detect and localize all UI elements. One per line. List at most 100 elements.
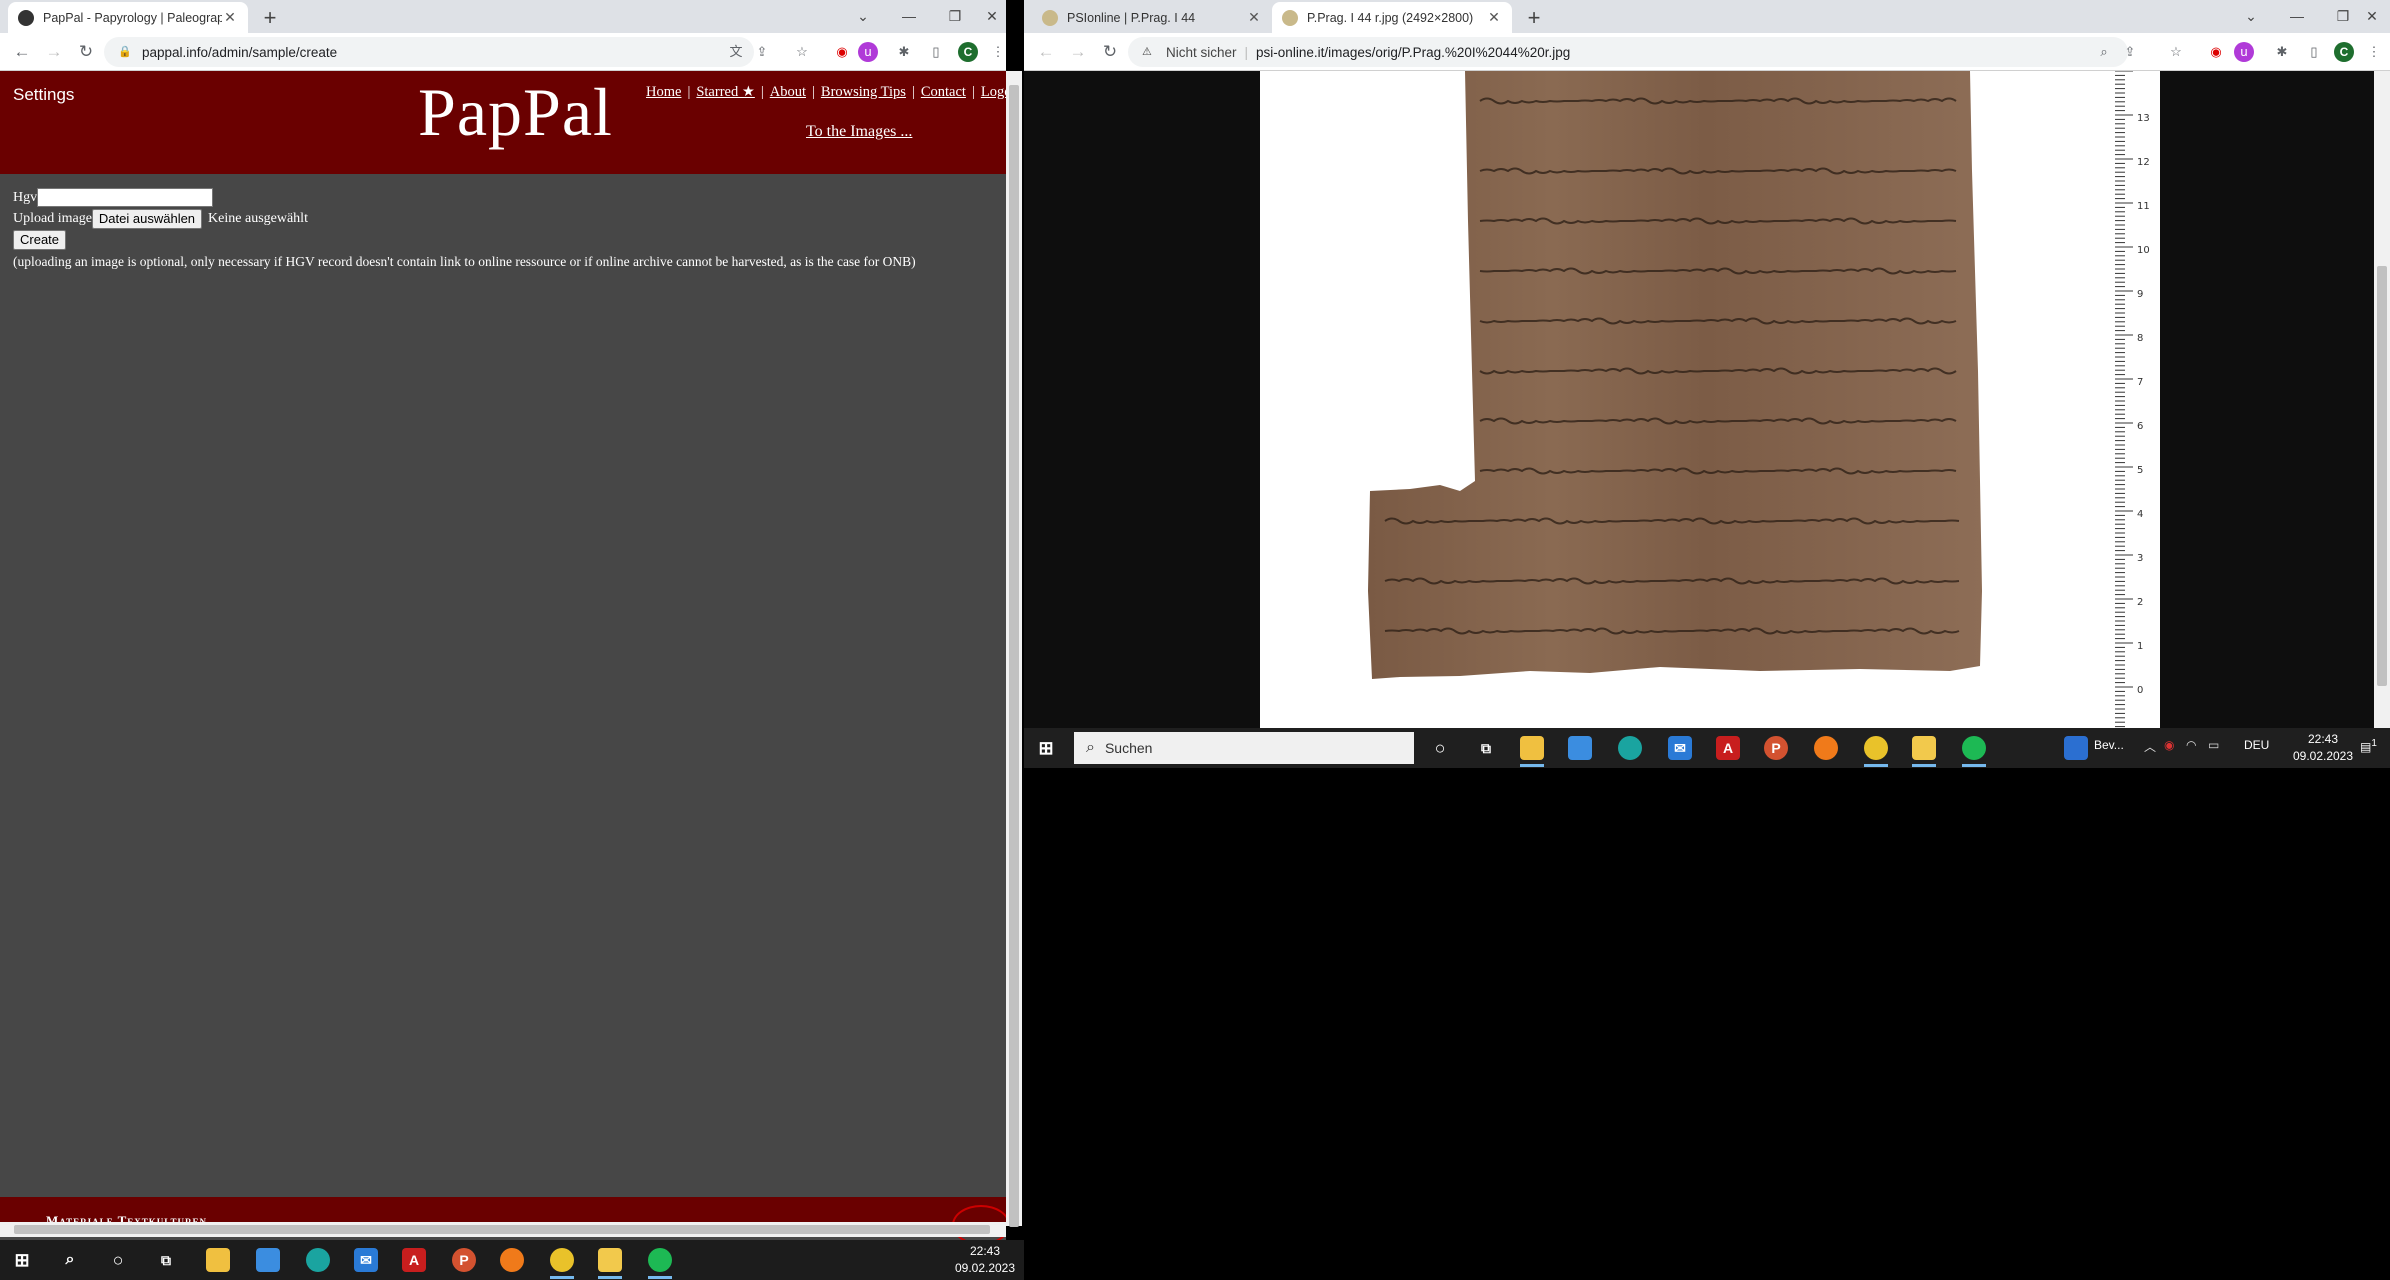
edge-icon[interactable]: [306, 1248, 330, 1272]
share-icon[interactable]: ⇪: [752, 42, 772, 62]
create-button[interactable]: Create: [13, 229, 67, 250]
url-text: pappal.info/admin/sample/create: [142, 44, 338, 60]
share-icon[interactable]: ⇪: [2120, 42, 2140, 62]
chevron-up-icon[interactable]: ︿: [2144, 738, 2156, 755]
tab-image[interactable]: P.Prag. I 44 r.jpg (2492×2800) ✕: [1272, 2, 1512, 33]
close-window-icon[interactable]: ✕: [2354, 0, 2390, 33]
forward-icon[interactable]: →: [1064, 33, 1092, 71]
bookmark-star-icon[interactable]: ☆: [792, 42, 812, 62]
chevron-down-icon[interactable]: ⌄: [2228, 0, 2274, 33]
store-icon[interactable]: [1568, 736, 1592, 760]
chrome-icon[interactable]: [550, 1248, 574, 1272]
powerpoint-icon[interactable]: P: [1764, 736, 1788, 760]
nav-starred[interactable]: Starred ★: [696, 84, 755, 100]
side-panel-icon[interactable]: ▯: [2304, 42, 2324, 62]
side-panel-icon[interactable]: ▯: [926, 42, 946, 62]
chrome-icon[interactable]: [1864, 736, 1888, 760]
notes-app-icon[interactable]: [1912, 736, 1936, 760]
spotify-icon[interactable]: [648, 1248, 672, 1272]
settings-link[interactable]: Settings: [13, 85, 74, 105]
taskbar-doc-label[interactable]: Bev...: [2094, 738, 2124, 752]
restore-icon[interactable]: ❐: [932, 0, 978, 33]
bookmark-star-icon[interactable]: ☆: [2166, 42, 2186, 62]
minimize-icon[interactable]: —: [886, 0, 932, 33]
nav-home[interactable]: Home: [646, 84, 681, 100]
new-tab-icon[interactable]: +: [1520, 4, 1548, 32]
menu-kebab-icon[interactable]: ⋮: [988, 42, 1006, 62]
firefox-icon[interactable]: [500, 1248, 524, 1272]
horizontal-scrollbar[interactable]: [0, 1222, 1006, 1237]
scrollbar-thumb[interactable]: [2377, 266, 2387, 686]
search-icon[interactable]: ⌕: [58, 1248, 82, 1272]
vertical-scrollbar[interactable]: [1006, 71, 1022, 1227]
close-window-icon[interactable]: ✕: [978, 0, 1006, 33]
profile-avatar[interactable]: C: [2334, 42, 2354, 62]
tray-app-icon[interactable]: ◉: [2164, 738, 2174, 752]
reload-icon[interactable]: ↻: [72, 33, 100, 71]
spotify-icon[interactable]: [1962, 736, 1986, 760]
pappal-logo[interactable]: PapPal: [418, 73, 613, 152]
word-doc-icon[interactable]: [2064, 736, 2088, 760]
nav-browsing-tips[interactable]: Browsing Tips: [821, 84, 906, 100]
hgv-input[interactable]: [37, 188, 214, 207]
forward-icon[interactable]: →: [40, 33, 68, 71]
taskbar-search[interactable]: ⌕ Suchen: [1074, 732, 1414, 764]
close-tab-icon[interactable]: ✕: [1486, 9, 1502, 26]
language-indicator[interactable]: DEU: [2244, 738, 2269, 752]
extension-red-icon[interactable]: ◉: [832, 42, 852, 62]
mail-icon[interactable]: ✉: [354, 1248, 378, 1272]
wifi-icon[interactable]: ◠: [2186, 738, 2196, 752]
task-view-icon[interactable]: ⧉: [1474, 736, 1498, 760]
store-icon[interactable]: [256, 1248, 280, 1272]
choose-file-button[interactable]: Datei auswählen: [91, 208, 203, 229]
profile-avatar[interactable]: C: [958, 42, 978, 62]
file-explorer-icon[interactable]: [1520, 736, 1544, 760]
acrobat-icon[interactable]: A: [402, 1248, 426, 1272]
new-tab-icon[interactable]: +: [256, 4, 284, 32]
minimize-icon[interactable]: —: [2274, 0, 2320, 33]
cortana-icon[interactable]: ○: [106, 1248, 130, 1272]
menu-kebab-icon[interactable]: ⋮: [2364, 42, 2384, 62]
reload-icon[interactable]: ↻: [1096, 33, 1124, 71]
notes-app-icon[interactable]: [598, 1248, 622, 1272]
nav-contact[interactable]: Contact: [921, 84, 966, 100]
windows-start-icon[interactable]: ⊞: [10, 1248, 34, 1272]
acrobat-icon[interactable]: A: [1716, 736, 1740, 760]
scrollbar-thumb[interactable]: [1009, 85, 1019, 1227]
vertical-scrollbar[interactable]: [2374, 71, 2390, 728]
taskbar-clock[interactable]: 22:43 09.02.2023: [950, 1243, 1020, 1277]
close-tab-icon[interactable]: ✕: [1246, 9, 1262, 26]
edge-icon[interactable]: [1618, 736, 1642, 760]
notification-icon[interactable]: ▤1: [2360, 738, 2377, 754]
url-field[interactable]: 🔒 pappal.info/admin/sample/create: [104, 37, 754, 67]
scrollbar-thumb[interactable]: [14, 1225, 990, 1234]
taskbar-clock[interactable]: 22:43 09.02.2023: [2280, 731, 2366, 765]
back-icon[interactable]: ←: [8, 33, 36, 71]
extensions-puzzle-icon[interactable]: ✱: [2272, 42, 2292, 62]
url-field[interactable]: ⚠ Nicht sicher | psi-online.it/images/or…: [1128, 37, 2128, 67]
zoom-icon[interactable]: ⌕: [2094, 42, 2114, 62]
extension-red-icon[interactable]: ◉: [2206, 42, 2226, 62]
translate-icon[interactable]: 文: [726, 42, 746, 62]
nav-about[interactable]: About: [770, 84, 806, 100]
cortana-icon[interactable]: ○: [1428, 736, 1452, 760]
chevron-down-icon[interactable]: ⌄: [840, 0, 886, 33]
tab-psionline[interactable]: PSIonline | P.Prag. I 44 ✕: [1032, 2, 1272, 33]
papyrus-image[interactable]: 13 12 11 10 9 8 7 6 5 4 3 2 1 0: [1260, 71, 2160, 728]
windows-start-icon[interactable]: ⊞: [1034, 736, 1058, 760]
powerpoint-icon[interactable]: P: [452, 1248, 476, 1272]
close-tab-icon[interactable]: ✕: [222, 9, 238, 26]
tab-pappal[interactable]: PapPal - Papyrology | Paleograph ✕: [8, 2, 248, 33]
battery-icon[interactable]: ▭: [2208, 738, 2219, 752]
file-explorer-icon[interactable]: [206, 1248, 230, 1272]
extensions-puzzle-icon[interactable]: ✱: [894, 42, 914, 62]
extension-purple-icon[interactable]: u: [2234, 42, 2254, 62]
back-icon[interactable]: ←: [1032, 33, 1060, 71]
firefox-icon[interactable]: [1814, 736, 1838, 760]
to-images-link[interactable]: To the Images ...: [806, 123, 912, 141]
task-view-icon[interactable]: ⧉: [154, 1248, 178, 1272]
ruler-number: 9: [2137, 289, 2143, 300]
extension-purple-icon[interactable]: u: [858, 42, 878, 62]
nav-logout[interactable]: Logou: [981, 84, 1006, 100]
mail-icon[interactable]: ✉: [1668, 736, 1692, 760]
